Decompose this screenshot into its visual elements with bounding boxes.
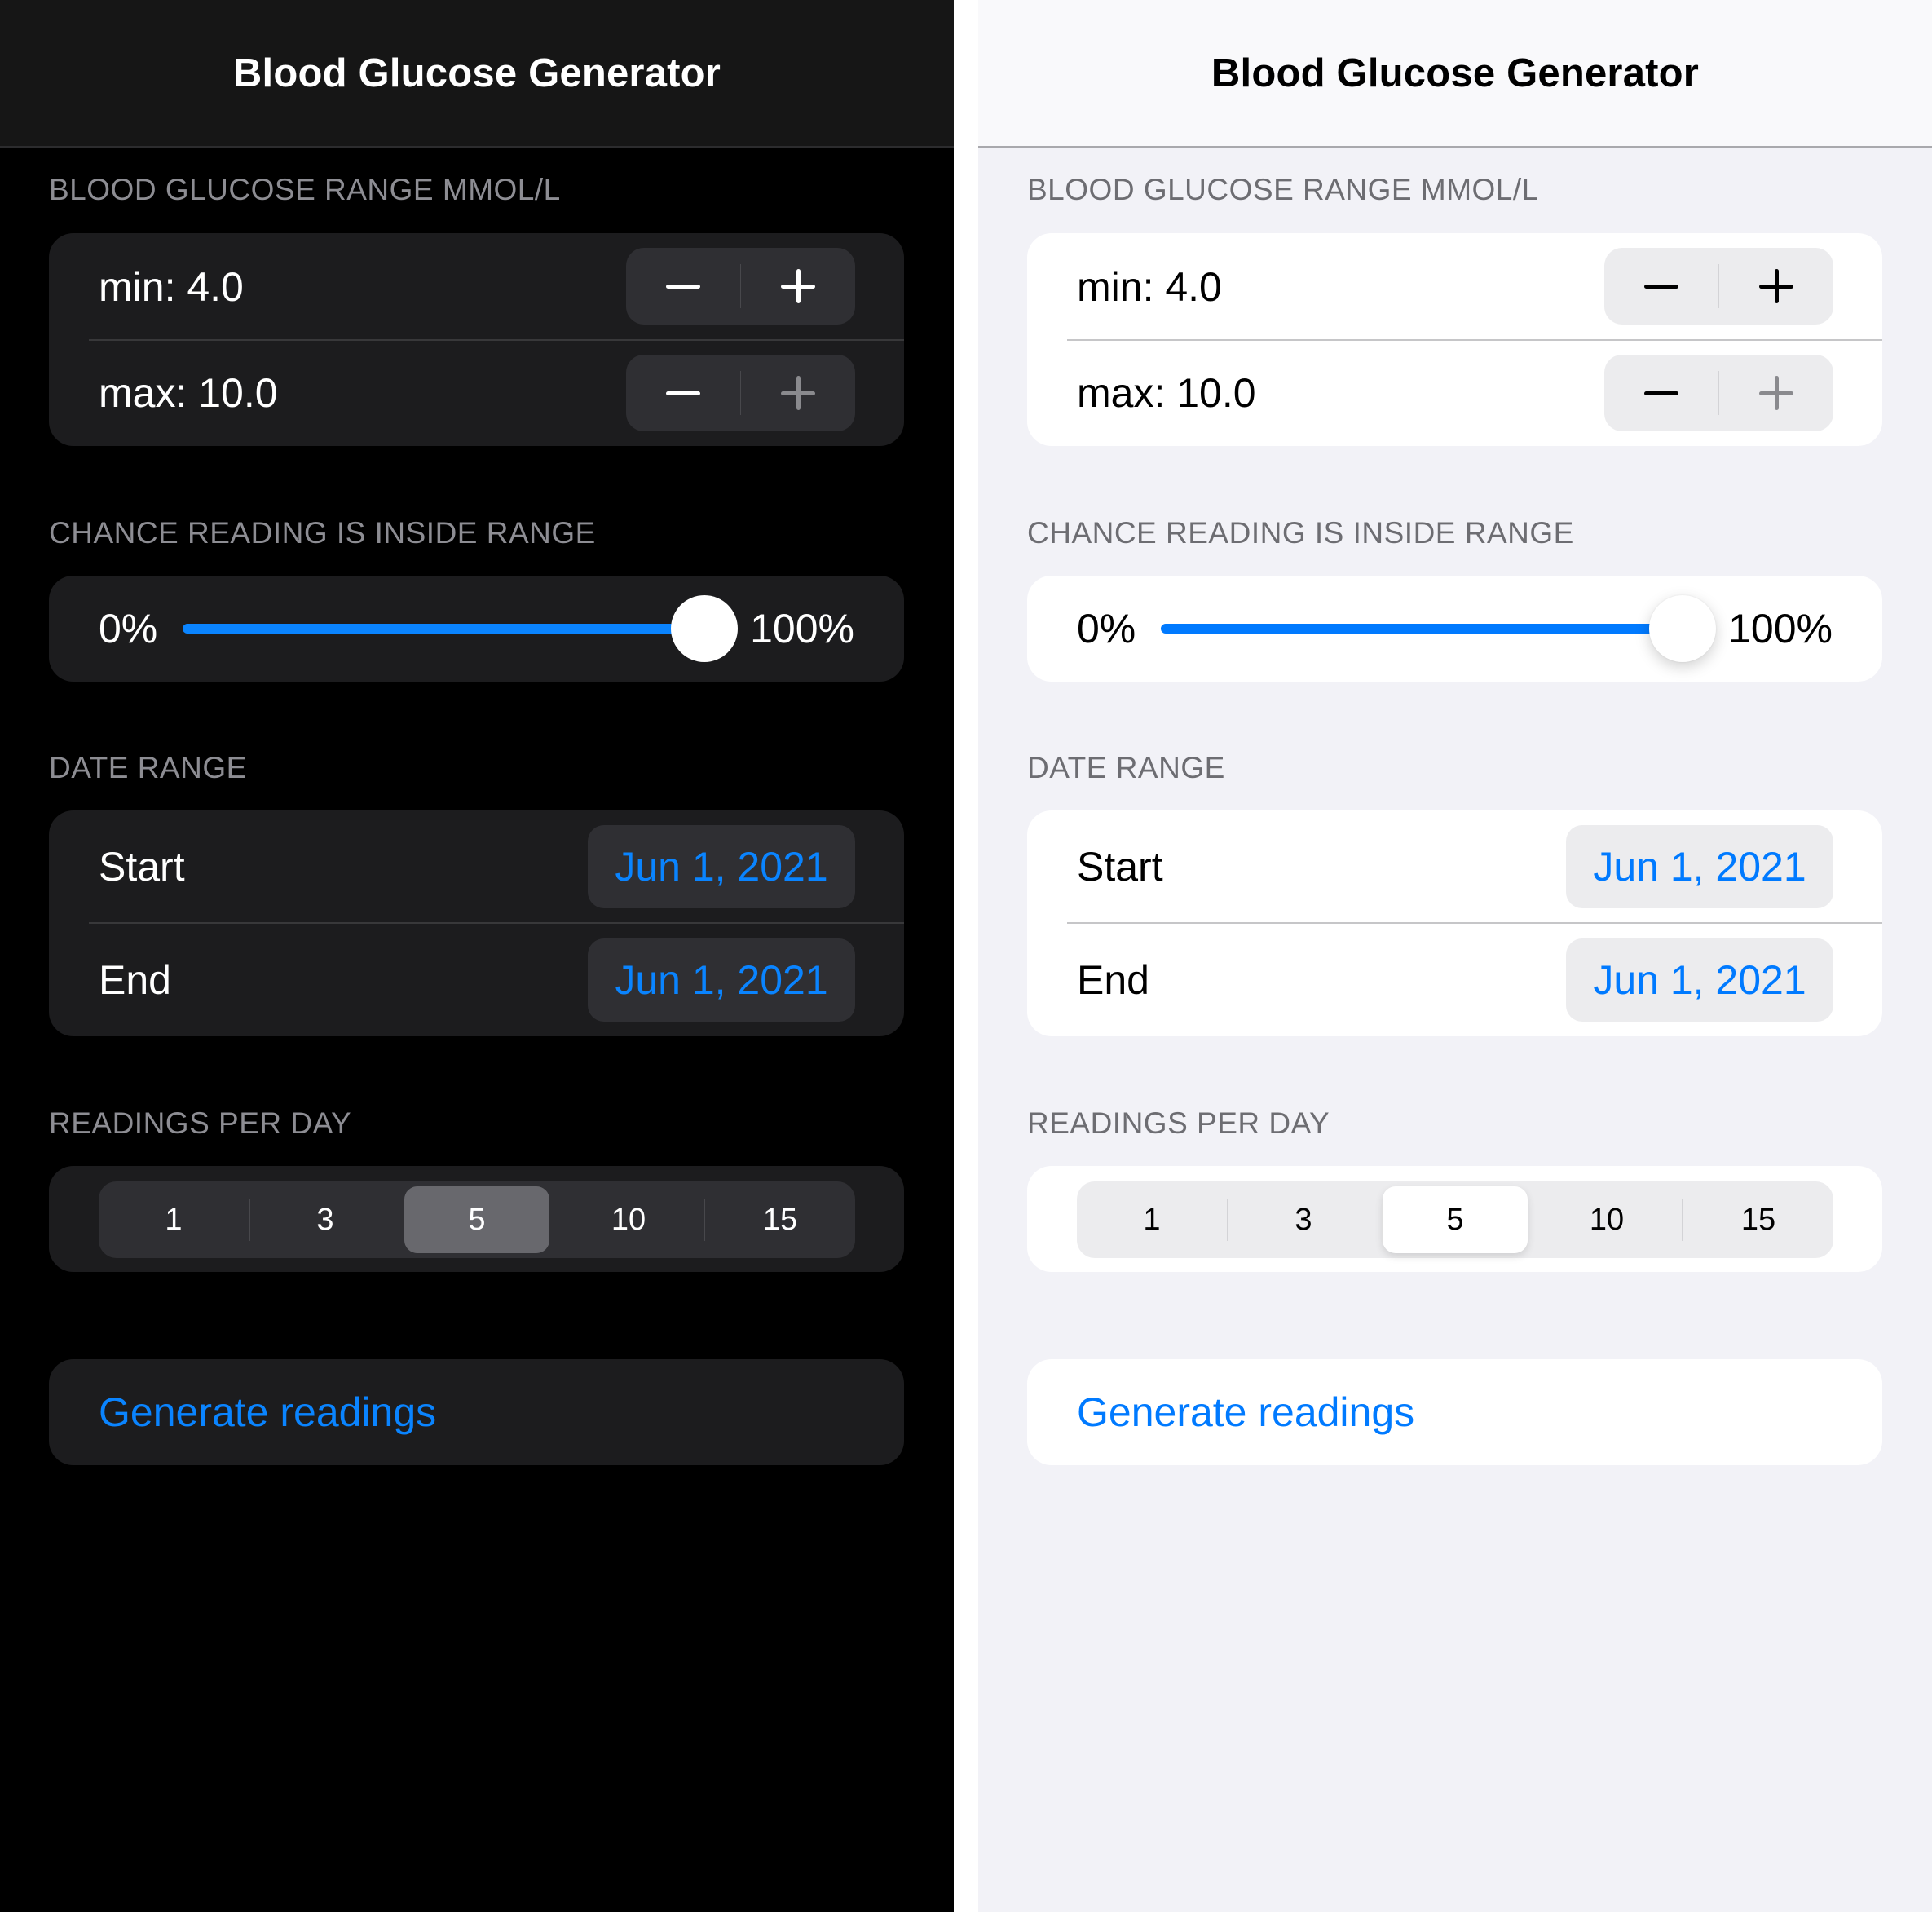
plus-icon	[781, 376, 816, 410]
generate-card: Generate readings	[49, 1359, 904, 1465]
date-range-header: DATE RANGE	[1027, 751, 1225, 784]
end-row: End Jun 1, 2021	[49, 923, 904, 1036]
slider-thumb[interactable]	[671, 595, 738, 662]
generate-card: Generate readings	[1027, 1359, 1882, 1465]
navigation-bar: Blood Glucose Generator	[978, 0, 1932, 148]
plus-icon	[1759, 376, 1794, 410]
segment-10[interactable]: 10	[1534, 1186, 1679, 1253]
glucose-range-card: min: 4.0 max: 10.0	[49, 233, 904, 446]
max-decrement-button[interactable]	[1604, 355, 1718, 431]
max-stepper[interactable]	[1604, 355, 1833, 431]
min-stepper[interactable]	[626, 248, 855, 325]
slider-max-label: 100%	[1728, 606, 1833, 651]
max-label: max: 10.0	[1077, 370, 1256, 416]
start-label: Start	[99, 844, 185, 890]
slider-fill	[1161, 624, 1683, 634]
end-label: End	[99, 956, 171, 1003]
min-increment-button[interactable]	[741, 248, 855, 325]
slider-fill	[183, 624, 704, 634]
light-mode-screen: Blood Glucose Generator BLOOD GLUCOSE RA…	[978, 0, 1932, 1912]
readings-per-day-header: READINGS PER DAY	[1027, 1106, 1330, 1140]
segment-3[interactable]: 3	[1231, 1186, 1376, 1253]
slider-row: 0% 100%	[1027, 576, 1882, 682]
slider-thumb[interactable]	[1649, 595, 1716, 662]
max-row: max: 10.0	[1027, 340, 1882, 446]
min-label: min: 4.0	[99, 263, 244, 310]
start-row: Start Jun 1, 2021	[49, 810, 904, 923]
generate-readings-button[interactable]: Generate readings	[1077, 1389, 1414, 1436]
generate-readings-button[interactable]: Generate readings	[99, 1389, 436, 1436]
plus-icon	[1759, 269, 1794, 303]
readings-per-day-header: READINGS PER DAY	[49, 1106, 352, 1140]
glucose-range-card: min: 4.0 max: 10.0	[1027, 233, 1882, 446]
min-decrement-button[interactable]	[626, 248, 740, 325]
segment-15[interactable]: 15	[1686, 1186, 1831, 1253]
dark-mode-screen: Blood Glucose Generator BLOOD GLUCOSE RA…	[0, 0, 954, 1912]
slider-min-label: 0%	[99, 606, 158, 651]
start-row: Start Jun 1, 2021	[1027, 810, 1882, 923]
end-label: End	[1077, 956, 1149, 1003]
slider-max-label: 100%	[750, 606, 854, 651]
max-decrement-button[interactable]	[626, 355, 740, 431]
segment-1[interactable]: 1	[1079, 1186, 1224, 1253]
plus-icon	[781, 269, 816, 303]
start-label: Start	[1077, 844, 1163, 890]
generate-row[interactable]: Generate readings	[49, 1359, 904, 1465]
max-row: max: 10.0	[49, 340, 904, 446]
readings-per-day-card: 1 3 5 10 15	[49, 1166, 904, 1272]
start-date-picker[interactable]: Jun 1, 2021	[1566, 825, 1833, 908]
chance-card: 0% 100%	[1027, 576, 1882, 682]
date-range-header: DATE RANGE	[49, 751, 247, 784]
min-row: min: 4.0	[1027, 233, 1882, 340]
date-range-card: Start Jun 1, 2021 End Jun 1, 2021	[1027, 810, 1882, 1036]
chance-header: CHANCE READING IS INSIDE RANGE	[49, 516, 596, 550]
segment-5[interactable]: 5	[404, 1186, 549, 1253]
page-title: Blood Glucose Generator	[1211, 51, 1700, 95]
start-date-picker[interactable]: Jun 1, 2021	[588, 825, 855, 908]
page-title: Blood Glucose Generator	[232, 51, 721, 95]
max-stepper[interactable]	[626, 355, 855, 431]
date-range-card: Start Jun 1, 2021 End Jun 1, 2021	[49, 810, 904, 1036]
slider-row: 0% 100%	[49, 576, 904, 682]
chance-card: 0% 100%	[49, 576, 904, 682]
readings-segmented-control[interactable]: 1 3 5 10 15	[1077, 1181, 1833, 1258]
min-label: min: 4.0	[1077, 263, 1222, 310]
segment-15[interactable]: 15	[708, 1186, 853, 1253]
readings-segmented-control[interactable]: 1 3 5 10 15	[99, 1181, 855, 1258]
segment-divider	[1227, 1199, 1228, 1241]
glucose-range-header: BLOOD GLUCOSE RANGE MMOL/L	[1027, 173, 1539, 206]
segment-5[interactable]: 5	[1383, 1186, 1528, 1253]
end-date-picker[interactable]: Jun 1, 2021	[588, 938, 855, 1022]
chance-slider[interactable]	[1161, 595, 1716, 662]
readings-per-day-card: 1 3 5 10 15	[1027, 1166, 1882, 1272]
segment-divider	[1682, 1199, 1683, 1241]
chance-header: CHANCE READING IS INSIDE RANGE	[1027, 516, 1574, 550]
min-row: min: 4.0	[49, 233, 904, 340]
slider-min-label: 0%	[1077, 606, 1136, 651]
end-date-picker[interactable]: Jun 1, 2021	[1566, 938, 1833, 1022]
min-stepper[interactable]	[1604, 248, 1833, 325]
segment-10[interactable]: 10	[556, 1186, 701, 1253]
segment-3[interactable]: 3	[253, 1186, 398, 1253]
navigation-bar: Blood Glucose Generator	[0, 0, 954, 148]
end-row: End Jun 1, 2021	[1027, 923, 1882, 1036]
segment-divider	[249, 1199, 250, 1241]
segment-divider	[704, 1199, 705, 1241]
max-increment-button[interactable]	[741, 355, 855, 431]
minus-icon	[665, 376, 700, 410]
max-increment-button[interactable]	[1719, 355, 1833, 431]
minus-icon	[1643, 269, 1678, 303]
min-decrement-button[interactable]	[1604, 248, 1718, 325]
minus-icon	[1643, 376, 1678, 410]
max-label: max: 10.0	[99, 370, 278, 416]
glucose-range-header: BLOOD GLUCOSE RANGE MMOL/L	[49, 173, 561, 206]
segment-1[interactable]: 1	[101, 1186, 246, 1253]
chance-slider[interactable]	[183, 595, 738, 662]
minus-icon	[665, 269, 700, 303]
generate-row[interactable]: Generate readings	[1027, 1359, 1882, 1465]
min-increment-button[interactable]	[1719, 248, 1833, 325]
